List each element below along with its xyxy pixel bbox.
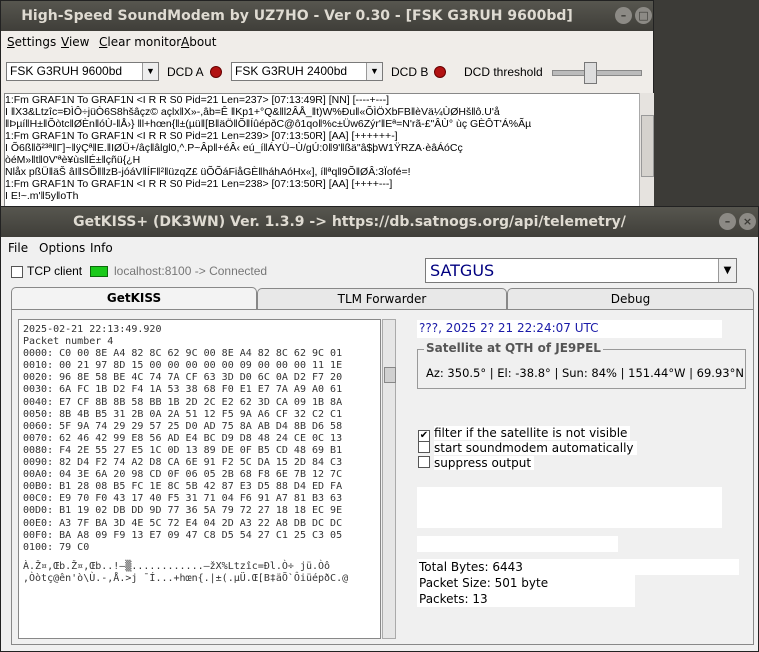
menu-info[interactable]: Info xyxy=(90,241,113,255)
getkiss-title: GetKISS+ (DK3WN) Ver. 1.3.9 -> https://d… xyxy=(73,214,626,230)
dcd-threshold-slider-thumb[interactable] xyxy=(584,62,597,84)
modem-b-select[interactable]: FSK G3RUH 2400bd ▼ xyxy=(231,62,383,81)
checkbox-unchecked[interactable] xyxy=(418,456,430,468)
checkbox-unchecked[interactable] xyxy=(418,441,430,453)
satellite-datetime: ???, 2025 2? 21 22:24:07 UTC xyxy=(417,320,722,338)
satellite-value: SATGUS xyxy=(430,261,495,280)
hex-line: 00D0: B1 19 02 DB DD 9D 77 36 5A 79 72 2… xyxy=(23,505,343,517)
dcd-a-indicator xyxy=(210,66,222,78)
total-bytes: Total Bytes: 6443 xyxy=(417,559,739,575)
tab-getkiss[interactable]: GetKISS xyxy=(11,287,257,310)
packet-number: Packet number 4 xyxy=(23,336,114,348)
connection-status-led xyxy=(90,266,108,277)
ascii-line: À.Ž¤‚Œb.Ž¤‚Œb..!—▒............—žX%Ltzîc=… xyxy=(23,560,331,572)
menu-view[interactable]: View xyxy=(61,35,89,49)
packet-hex-dump[interactable]: 2025-02-21 22:13:49.920 Packet number 4 … xyxy=(18,319,381,639)
dcd-a-label: DCD A xyxy=(167,65,204,79)
modem-b-value: FSK G3RUH 2400bd xyxy=(235,64,348,78)
hex-line: 00C0: E9 70 F0 43 17 40 F5 31 71 04 F6 9… xyxy=(23,493,343,505)
hex-line: 0000: C0 00 8E A4 82 8C 62 9C 00 8E A4 8… xyxy=(23,348,343,360)
suppress-output-checkbox[interactable]: suppress output xyxy=(418,456,535,470)
dcd-b-label: DCD B xyxy=(391,65,429,79)
hex-line: 00A0: 04 3E 6A 20 98 CD 0F 06 05 2B 68 F… xyxy=(23,469,343,481)
monitor-line: 1:Fm GRAF1N To GRAF1N <I R R S0 Pid=21 L… xyxy=(5,178,393,190)
hex-line: 00E0: A3 7F BA 3D 4E 5C 72 E4 04 2D A3 2… xyxy=(23,517,343,529)
ascii-line: ,Òòtç@ên'ò\Ù.-‚Å.>j ¯Í...+hœn{.|±(.µÜ.Œ[… xyxy=(23,572,349,584)
monitor-line: Nlåx pßÜ‖äŠ âI‖SÕ‖‖zB-jóáV‖ÍF‖²‖üzqZ£ üÕ… xyxy=(5,166,411,178)
minimize-icon[interactable]: – xyxy=(719,213,736,230)
soundmodem-window: High-Speed SoundModem by UZ7HO - Ver 0.3… xyxy=(0,0,654,212)
getkiss-menubar: File Options Info xyxy=(1,237,758,259)
satellite-select[interactable]: SATGUS ▼ xyxy=(425,258,737,283)
menu-settings[interactable]: Settings xyxy=(7,35,56,49)
monitor-line: òéM»‖t‖0V'ªè¥ùs‖É±‖çñü{¿H xyxy=(5,154,141,166)
hex-line: 0080: F4 2E 55 27 E5 1C 0D 13 89 DE 0F B… xyxy=(23,444,343,456)
hex-line: 0090: 82 D4 F2 74 A2 D8 CA 6E 91 F2 5C D… xyxy=(23,457,343,469)
menu-file[interactable]: File xyxy=(8,241,28,255)
scrollbar-thumb[interactable] xyxy=(641,115,654,177)
menu-options[interactable]: Options xyxy=(39,241,85,255)
minimize-icon[interactable]: – xyxy=(615,7,632,24)
hex-line: 0070: 62 46 42 99 E8 56 AD E4 BC D9 D8 4… xyxy=(23,432,343,444)
packet-size: Packet Size: 501 byte xyxy=(417,575,635,591)
tab-debug[interactable]: Debug xyxy=(507,288,754,309)
hex-line: 0010: 00 21 97 8D 15 00 00 00 00 00 09 0… xyxy=(23,360,343,372)
empty-output-field xyxy=(417,536,618,552)
modem-a-value: FSK G3RUH 9600bd xyxy=(10,64,123,78)
hex-line: 0100: 79 C0 xyxy=(23,541,90,553)
checkbox-label: filter if the satellite is not visible xyxy=(434,426,631,440)
menu-clear-monitor[interactable]: Clear monitor xyxy=(99,35,181,49)
monitor-line: 1:Fm GRAF1N To GRAF1N <I R R S0 Pid=21 L… xyxy=(5,94,390,106)
dcd-threshold-label: DCD threshold xyxy=(464,65,543,79)
modem-a-select[interactable]: FSK G3RUH 9600bd ▼ xyxy=(6,62,159,81)
dcd-b-indicator xyxy=(434,66,446,78)
qth-title: Satellite at QTH of JE9PEL xyxy=(424,341,603,355)
packet-timestamp: 2025-02-21 22:13:49.920 xyxy=(23,324,162,335)
hex-line: 0060: 5F 9A 74 29 29 57 25 D0 AD 75 8A A… xyxy=(23,420,343,432)
monitor-line: 1:Fm GRAF1N To GRAF1N <I R R S0 Pid=21 L… xyxy=(5,130,398,142)
qth-position: Az: 350.5° | El: -38.8° | Sun: 84% | 151… xyxy=(426,366,744,380)
monitor-line: ‖Þµí‖H±‖Õòtc‖ØÈn‖óÙ-‖Å›} ‖l+hœn{‖±(µü‖[B… xyxy=(5,118,532,130)
monitor-line: I E!~.m'‖5y‖oTh xyxy=(5,190,79,202)
soundmodem-title: High-Speed SoundModem by UZ7HO - Ver 0.3… xyxy=(21,8,573,24)
hex-line: 00B0: B1 28 08 B5 FC 1E 8C 5B 42 87 E3 D… xyxy=(23,481,343,493)
menu-about[interactable]: About xyxy=(181,35,217,49)
start-soundmodem-checkbox[interactable]: start soundmodem automatically xyxy=(418,441,637,455)
filter-not-visible-checkbox[interactable]: ✔ filter if the satellite is not visible xyxy=(418,426,631,442)
maximize-icon[interactable]: □ xyxy=(635,7,652,24)
monitor-line: I ‖X3&Ltzîc=ÐÌÔ÷jüÒ6S8hšâçz© açlx‖X»-,âb… xyxy=(5,106,500,118)
chevron-down-icon[interactable]: ▼ xyxy=(718,259,736,282)
hex-line: 0030: 6A FC 1B D2 F4 1A 53 38 68 F0 E1 E… xyxy=(23,384,343,396)
packets-count: Packets: 13 xyxy=(417,591,635,607)
dcd-threshold-slider[interactable] xyxy=(552,70,642,76)
monitor-scrollbar[interactable] xyxy=(639,93,654,210)
hex-line: 00F0: BA A8 09 F9 13 E7 09 47 C8 D5 54 2… xyxy=(23,529,343,541)
tcp-client-label: TCP client xyxy=(27,264,83,278)
monitor-text[interactable]: 1:Fm GRAF1N To GRAF1N <I R R S0 Pid=21 L… xyxy=(4,93,641,212)
chevron-down-icon[interactable]: ▼ xyxy=(366,63,382,80)
monitor-line: I Õ6ß‖õ²³ª‖Γ]~‖ÿÇª‖Ε.‖ΙØÜ+/âç‖âlgl0,^.P~… xyxy=(5,142,463,154)
getkiss-window: GetKISS+ (DK3WN) Ver. 1.3.9 -> https://d… xyxy=(0,206,759,652)
hex-line: 0020: 96 8E 58 BE 4C 74 7A CF 63 3D D0 6… xyxy=(23,372,343,384)
chevron-down-icon[interactable]: ▼ xyxy=(142,63,158,80)
hex-line: 0050: 8B 4B B5 31 2B 0A 2A 51 12 F5 9A A… xyxy=(23,408,343,420)
hex-dump-scrollbar[interactable] xyxy=(382,319,396,639)
getkiss-titlebar[interactable]: GetKISS+ (DK3WN) Ver. 1.3.9 -> https://d… xyxy=(1,207,758,237)
tab-tlm-forwarder[interactable]: TLM Forwarder xyxy=(257,288,507,309)
hex-line: 0040: E7 CF 8B 8B 58 BB 1B 2D 2C E2 62 3… xyxy=(23,396,343,408)
tcp-client-checkbox[interactable] xyxy=(11,266,23,278)
checkbox-label: start soundmodem automatically xyxy=(434,441,637,455)
qth-group: Satellite at QTH of JE9PEL Az: 350.5° | … xyxy=(417,341,746,389)
soundmodem-titlebar[interactable]: High-Speed SoundModem by UZ7HO - Ver 0.3… xyxy=(1,1,653,31)
empty-output-field xyxy=(417,487,722,528)
checkbox-label: suppress output xyxy=(434,456,535,470)
scrollbar-thumb[interactable] xyxy=(384,367,396,383)
soundmodem-menubar: Settings View Clear monitor About xyxy=(1,31,653,55)
connection-status: localhost:8100 -> Connected xyxy=(114,264,268,278)
close-icon[interactable]: × xyxy=(739,213,756,230)
